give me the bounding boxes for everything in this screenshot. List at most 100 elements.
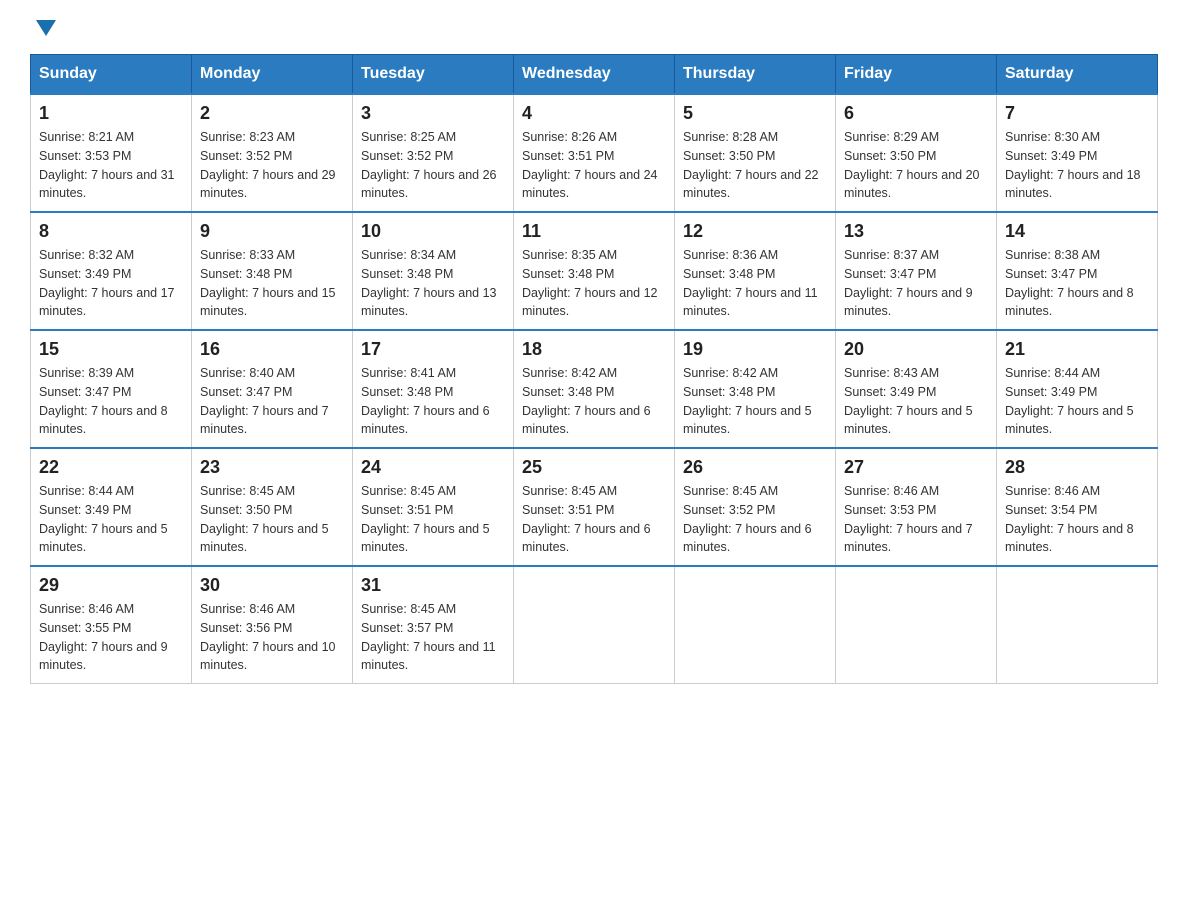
day-number: 15 (39, 339, 183, 360)
day-cell: 20 Sunrise: 8:43 AMSunset: 3:49 PMDaylig… (836, 330, 997, 448)
day-number: 2 (200, 103, 344, 124)
day-cell: 4 Sunrise: 8:26 AMSunset: 3:51 PMDayligh… (514, 94, 675, 212)
day-number: 12 (683, 221, 827, 242)
header-monday: Monday (192, 55, 353, 95)
header-sunday: Sunday (31, 55, 192, 95)
week-row-2: 8 Sunrise: 8:32 AMSunset: 3:49 PMDayligh… (31, 212, 1158, 330)
day-number: 27 (844, 457, 988, 478)
calendar-body: 1 Sunrise: 8:21 AMSunset: 3:53 PMDayligh… (31, 94, 1158, 684)
day-number: 9 (200, 221, 344, 242)
day-number: 10 (361, 221, 505, 242)
day-number: 4 (522, 103, 666, 124)
day-cell: 8 Sunrise: 8:32 AMSunset: 3:49 PMDayligh… (31, 212, 192, 330)
header-thursday: Thursday (675, 55, 836, 95)
page-header (30, 20, 1158, 36)
day-cell: 18 Sunrise: 8:42 AMSunset: 3:48 PMDaylig… (514, 330, 675, 448)
day-cell: 19 Sunrise: 8:42 AMSunset: 3:48 PMDaylig… (675, 330, 836, 448)
day-cell: 10 Sunrise: 8:34 AMSunset: 3:48 PMDaylig… (353, 212, 514, 330)
logo-blue-text (30, 20, 56, 36)
day-number: 21 (1005, 339, 1149, 360)
day-number: 5 (683, 103, 827, 124)
header-saturday: Saturday (997, 55, 1158, 95)
header-tuesday: Tuesday (353, 55, 514, 95)
day-number: 18 (522, 339, 666, 360)
day-cell: 31 Sunrise: 8:45 AMSunset: 3:57 PMDaylig… (353, 566, 514, 684)
day-number: 23 (200, 457, 344, 478)
day-number: 29 (39, 575, 183, 596)
day-cell: 16 Sunrise: 8:40 AMSunset: 3:47 PMDaylig… (192, 330, 353, 448)
week-row-3: 15 Sunrise: 8:39 AMSunset: 3:47 PMDaylig… (31, 330, 1158, 448)
day-cell: 24 Sunrise: 8:45 AMSunset: 3:51 PMDaylig… (353, 448, 514, 566)
header-row: SundayMondayTuesdayWednesdayThursdayFrid… (31, 55, 1158, 95)
day-number: 14 (1005, 221, 1149, 242)
day-cell (514, 566, 675, 684)
day-number: 20 (844, 339, 988, 360)
day-cell (675, 566, 836, 684)
day-cell: 7 Sunrise: 8:30 AMSunset: 3:49 PMDayligh… (997, 94, 1158, 212)
header-friday: Friday (836, 55, 997, 95)
day-info: Sunrise: 8:46 AMSunset: 3:55 PMDaylight:… (39, 602, 168, 672)
day-cell: 22 Sunrise: 8:44 AMSunset: 3:49 PMDaylig… (31, 448, 192, 566)
day-info: Sunrise: 8:30 AMSunset: 3:49 PMDaylight:… (1005, 130, 1141, 200)
day-info: Sunrise: 8:34 AMSunset: 3:48 PMDaylight:… (361, 248, 497, 318)
day-info: Sunrise: 8:29 AMSunset: 3:50 PMDaylight:… (844, 130, 980, 200)
day-number: 6 (844, 103, 988, 124)
day-info: Sunrise: 8:44 AMSunset: 3:49 PMDaylight:… (1005, 366, 1134, 436)
week-row-4: 22 Sunrise: 8:44 AMSunset: 3:49 PMDaylig… (31, 448, 1158, 566)
day-cell: 2 Sunrise: 8:23 AMSunset: 3:52 PMDayligh… (192, 94, 353, 212)
week-row-1: 1 Sunrise: 8:21 AMSunset: 3:53 PMDayligh… (31, 94, 1158, 212)
day-info: Sunrise: 8:21 AMSunset: 3:53 PMDaylight:… (39, 130, 175, 200)
logo (30, 20, 56, 36)
calendar-table: SundayMondayTuesdayWednesdayThursdayFrid… (30, 54, 1158, 684)
day-info: Sunrise: 8:46 AMSunset: 3:54 PMDaylight:… (1005, 484, 1134, 554)
day-cell: 27 Sunrise: 8:46 AMSunset: 3:53 PMDaylig… (836, 448, 997, 566)
day-info: Sunrise: 8:39 AMSunset: 3:47 PMDaylight:… (39, 366, 168, 436)
day-info: Sunrise: 8:44 AMSunset: 3:49 PMDaylight:… (39, 484, 168, 554)
day-cell: 15 Sunrise: 8:39 AMSunset: 3:47 PMDaylig… (31, 330, 192, 448)
day-info: Sunrise: 8:45 AMSunset: 3:57 PMDaylight:… (361, 602, 496, 672)
week-row-5: 29 Sunrise: 8:46 AMSunset: 3:55 PMDaylig… (31, 566, 1158, 684)
day-cell: 13 Sunrise: 8:37 AMSunset: 3:47 PMDaylig… (836, 212, 997, 330)
day-info: Sunrise: 8:35 AMSunset: 3:48 PMDaylight:… (522, 248, 658, 318)
day-info: Sunrise: 8:45 AMSunset: 3:51 PMDaylight:… (361, 484, 490, 554)
day-info: Sunrise: 8:46 AMSunset: 3:53 PMDaylight:… (844, 484, 973, 554)
day-info: Sunrise: 8:43 AMSunset: 3:49 PMDaylight:… (844, 366, 973, 436)
day-info: Sunrise: 8:40 AMSunset: 3:47 PMDaylight:… (200, 366, 329, 436)
day-info: Sunrise: 8:36 AMSunset: 3:48 PMDaylight:… (683, 248, 818, 318)
day-info: Sunrise: 8:38 AMSunset: 3:47 PMDaylight:… (1005, 248, 1134, 318)
day-info: Sunrise: 8:42 AMSunset: 3:48 PMDaylight:… (683, 366, 812, 436)
day-info: Sunrise: 8:26 AMSunset: 3:51 PMDaylight:… (522, 130, 658, 200)
day-number: 28 (1005, 457, 1149, 478)
day-info: Sunrise: 8:37 AMSunset: 3:47 PMDaylight:… (844, 248, 973, 318)
day-cell: 1 Sunrise: 8:21 AMSunset: 3:53 PMDayligh… (31, 94, 192, 212)
day-cell: 11 Sunrise: 8:35 AMSunset: 3:48 PMDaylig… (514, 212, 675, 330)
day-number: 24 (361, 457, 505, 478)
day-cell: 30 Sunrise: 8:46 AMSunset: 3:56 PMDaylig… (192, 566, 353, 684)
header-wednesday: Wednesday (514, 55, 675, 95)
day-number: 22 (39, 457, 183, 478)
day-number: 19 (683, 339, 827, 360)
day-cell: 29 Sunrise: 8:46 AMSunset: 3:55 PMDaylig… (31, 566, 192, 684)
day-number: 31 (361, 575, 505, 596)
day-number: 17 (361, 339, 505, 360)
day-cell: 17 Sunrise: 8:41 AMSunset: 3:48 PMDaylig… (353, 330, 514, 448)
day-info: Sunrise: 8:46 AMSunset: 3:56 PMDaylight:… (200, 602, 336, 672)
day-number: 16 (200, 339, 344, 360)
day-number: 11 (522, 221, 666, 242)
day-cell: 6 Sunrise: 8:29 AMSunset: 3:50 PMDayligh… (836, 94, 997, 212)
day-number: 1 (39, 103, 183, 124)
day-info: Sunrise: 8:28 AMSunset: 3:50 PMDaylight:… (683, 130, 819, 200)
day-number: 13 (844, 221, 988, 242)
calendar-header: SundayMondayTuesdayWednesdayThursdayFrid… (31, 55, 1158, 95)
day-number: 30 (200, 575, 344, 596)
day-cell: 28 Sunrise: 8:46 AMSunset: 3:54 PMDaylig… (997, 448, 1158, 566)
day-cell: 3 Sunrise: 8:25 AMSunset: 3:52 PMDayligh… (353, 94, 514, 212)
day-cell: 21 Sunrise: 8:44 AMSunset: 3:49 PMDaylig… (997, 330, 1158, 448)
logo-triangle-icon (36, 20, 56, 36)
day-info: Sunrise: 8:45 AMSunset: 3:51 PMDaylight:… (522, 484, 651, 554)
day-cell: 26 Sunrise: 8:45 AMSunset: 3:52 PMDaylig… (675, 448, 836, 566)
day-info: Sunrise: 8:41 AMSunset: 3:48 PMDaylight:… (361, 366, 490, 436)
day-number: 8 (39, 221, 183, 242)
day-info: Sunrise: 8:23 AMSunset: 3:52 PMDaylight:… (200, 130, 336, 200)
day-cell: 14 Sunrise: 8:38 AMSunset: 3:47 PMDaylig… (997, 212, 1158, 330)
